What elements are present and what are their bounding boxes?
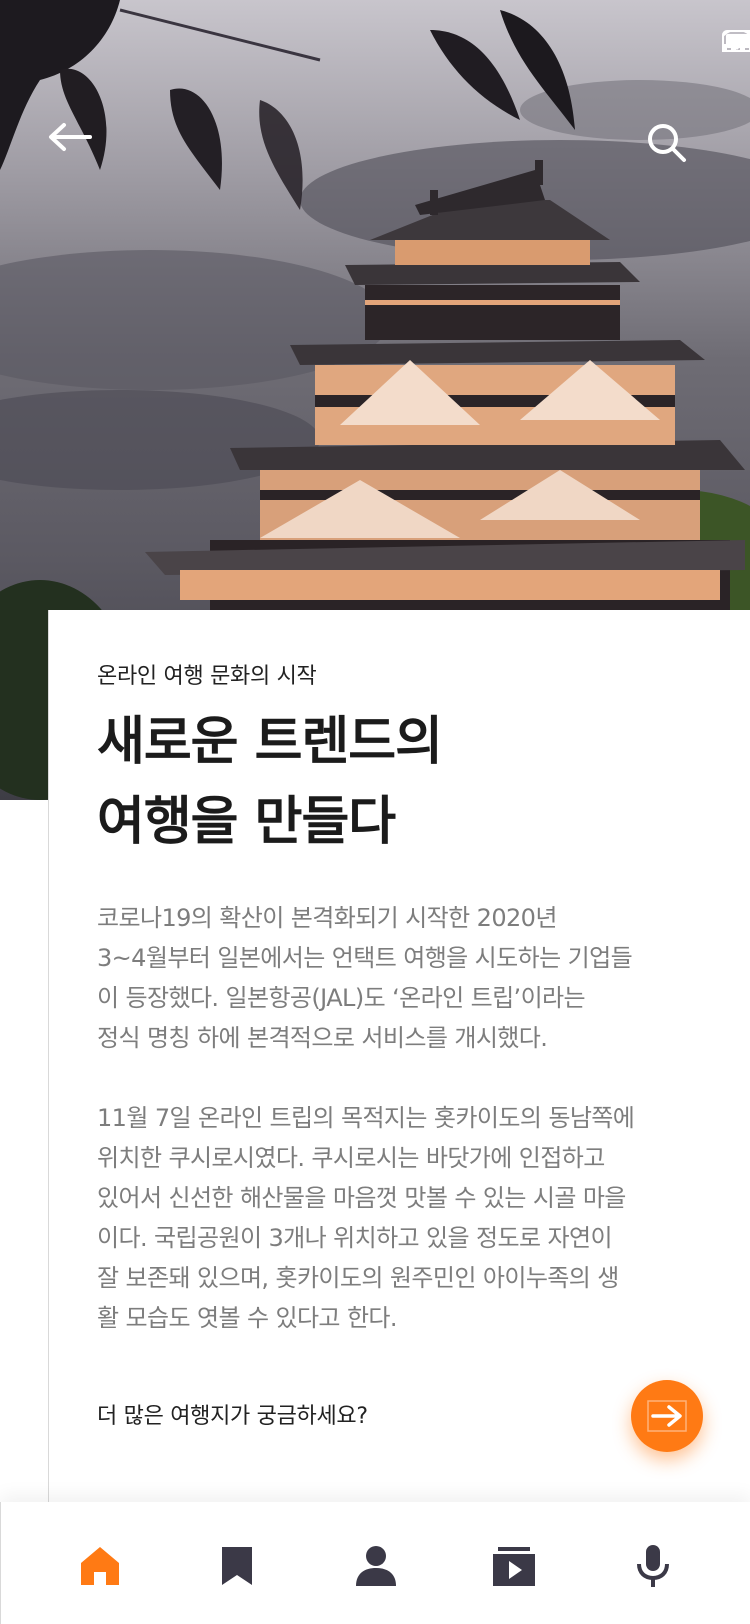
article-paragraph-2: 11월 7일 온라인 트립의 목적지는 홋카이도의 동남쪽에 위치한 쿠시로시였…: [97, 1098, 707, 1338]
microphone-icon: [637, 1545, 669, 1587]
paragraph-line: 정식 명칭 하에 본격적으로 서비스를 개시했다.: [97, 1024, 548, 1052]
title-line: 여행을 만들다: [97, 792, 396, 852]
paragraph-line: 코로나19의 확산이 본격화되기 시작한 2020년: [97, 904, 557, 932]
paragraph-line: 위치한 쿠시로시였다. 쿠시로시는 바닷가에 인접하고: [97, 1144, 605, 1172]
nav-media[interactable]: [488, 1540, 540, 1592]
arrow-left-icon: [49, 123, 92, 151]
paragraph-line: 11월 7일 온라인 트립의 목적지는 홋카이도의 동남쪽에: [97, 1104, 635, 1132]
back-button[interactable]: [48, 122, 104, 178]
paragraph-line: 이다. 국립공원이 3개나 위치하고 있을 정도로 자연이: [97, 1224, 613, 1252]
battery-icon: [722, 30, 750, 52]
nav-home[interactable]: [74, 1540, 126, 1592]
search-button[interactable]: [646, 122, 702, 178]
search-icon: [648, 124, 686, 162]
bottom-nav: [0, 1502, 750, 1624]
more-destinations-button[interactable]: [631, 1380, 703, 1452]
paragraph-line: 잘 보존돼 있으며, 홋카이도의 원주민인 아이누족의 생: [97, 1264, 619, 1292]
article-card: 온라인 여행 문화의 시작 새로운 트렌드의 여행을 만들다 코로나19의 확산…: [48, 610, 750, 1504]
nav-bookmark[interactable]: [211, 1540, 263, 1592]
nav-profile[interactable]: [350, 1540, 402, 1592]
media-icon: [493, 1547, 535, 1586]
article-title: 새로운 트렌드의 여행을 만들다: [97, 702, 657, 862]
paragraph-line: 이 등장했다. 일본항공(JAL)도 ‘온라인 트립’이라는: [97, 984, 586, 1012]
bookmark-icon: [222, 1547, 252, 1585]
home-icon: [81, 1547, 119, 1585]
paragraph-line: 있어서 신선한 해산물을 마음껏 맛볼 수 있는 시골 마을: [97, 1184, 626, 1212]
more-destinations-text: 더 많은 여행지가 궁금하세요?: [97, 1404, 368, 1429]
title-line: 새로운 트렌드의: [97, 712, 443, 772]
arrow-right-icon: [647, 1400, 687, 1432]
paragraph-line: 3~4월부터 일본에서는 언택트 여행을 시도하는 기업들: [97, 944, 633, 972]
profile-icon: [356, 1546, 396, 1586]
article-paragraph-1: 코로나19의 확산이 본격화되기 시작한 2020년 3~4월부터 일본에서는 …: [97, 898, 707, 1058]
paragraph-line: 활 모습도 엿볼 수 있다고 한다.: [97, 1304, 398, 1332]
article-kicker: 온라인 여행 문화의 시작: [97, 664, 317, 689]
nav-microphone[interactable]: [627, 1540, 679, 1592]
